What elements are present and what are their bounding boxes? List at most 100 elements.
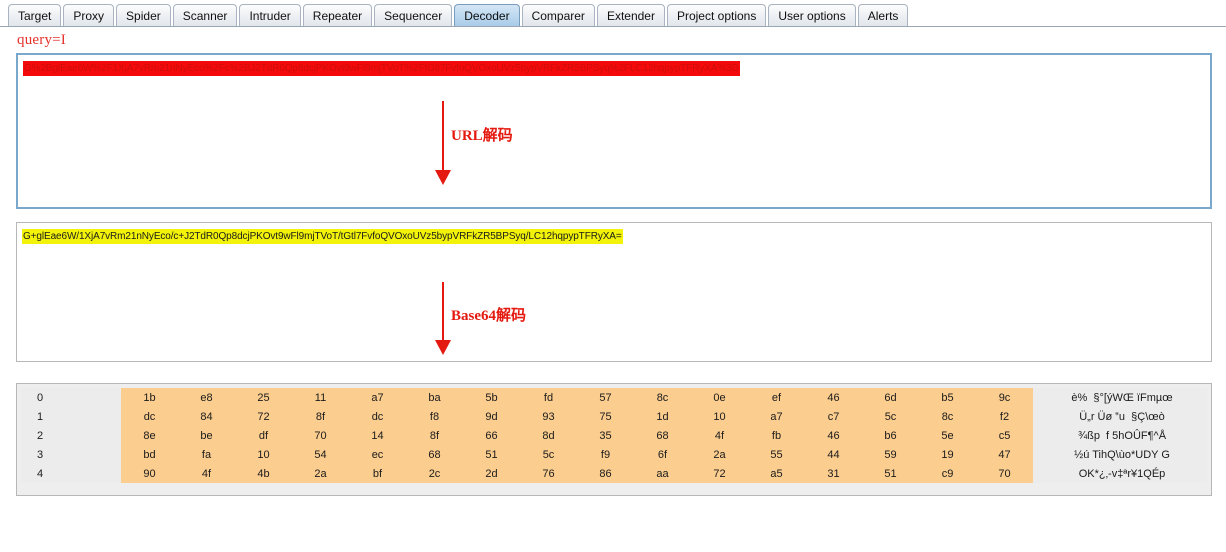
hex-byte-cell[interactable]: dc <box>349 407 406 426</box>
hex-byte-cell[interactable]: 8c <box>634 388 691 407</box>
hex-byte-cell[interactable]: 8e <box>121 426 178 445</box>
hex-byte-cell[interactable]: 93 <box>520 407 577 426</box>
hex-byte-cell[interactable]: 57 <box>577 388 634 407</box>
encoded-input-panel[interactable]: G%2BglEae6W%2F1XjA7vRm21nNyEco%2Fc%2BJ2T… <box>16 53 1212 209</box>
tab-comparer[interactable]: Comparer <box>521 4 595 26</box>
tab-intruder[interactable]: Intruder <box>239 4 301 26</box>
hex-byte-cell[interactable]: b6 <box>862 426 919 445</box>
hex-dump-row[interactable]: 0 1b e8 25 11 a7 ba 5b fd 57 8c 0e ef 46 6d b5 9c è% §°[ý… <box>21 388 1207 407</box>
tab-proxy[interactable]: Proxy <box>63 4 115 26</box>
tab-project-options[interactable]: Project options <box>666 4 767 26</box>
hex-byte-cell[interactable]: 9c <box>976 388 1033 407</box>
tab-target[interactable]: Target <box>8 4 62 26</box>
hex-byte-cell[interactable]: 1d <box>634 407 691 426</box>
hex-byte-cell[interactable]: 5b <box>463 388 520 407</box>
hex-byte-cell[interactable]: be <box>178 426 235 445</box>
tab-repeater[interactable]: Repeater <box>302 4 373 26</box>
hex-byte-cell[interactable]: 90 <box>121 464 178 483</box>
tab-user-options[interactable]: User options <box>768 4 856 26</box>
hex-byte-cell[interactable]: 70 <box>976 464 1033 483</box>
hex-byte-cell[interactable]: 54 <box>292 445 349 464</box>
hex-byte-cell[interactable]: f8 <box>406 407 463 426</box>
hex-byte-cell[interactable]: 31 <box>805 464 862 483</box>
hex-byte-cell[interactable]: f9 <box>577 445 634 464</box>
hex-byte-cell[interactable]: 9d <box>463 407 520 426</box>
hex-byte-cell[interactable]: fb <box>748 426 805 445</box>
hex-byte-cell[interactable]: 5e <box>919 426 976 445</box>
hex-byte-cell[interactable]: a7 <box>748 407 805 426</box>
tab-sequencer[interactable]: Sequencer <box>374 4 453 26</box>
hex-byte-cell[interactable]: c7 <box>805 407 862 426</box>
hex-byte-cell[interactable]: 68 <box>406 445 463 464</box>
hex-byte-cell[interactable]: dc <box>121 407 178 426</box>
hex-byte-cell[interactable]: 44 <box>805 445 862 464</box>
hex-byte-cell[interactable]: 8f <box>292 407 349 426</box>
hex-byte-cell[interactable]: 51 <box>862 464 919 483</box>
hex-byte-cell[interactable]: 25 <box>235 388 292 407</box>
hex-dump-panel[interactable]: 0 1b e8 25 11 a7 ba 5b fd 57 8c 0e ef 46 6d b5 9c è% §°[ý… <box>16 383 1212 496</box>
hex-byte-cell[interactable]: 14 <box>349 426 406 445</box>
hex-byte-cell[interactable]: ba <box>406 388 463 407</box>
base64-text-panel[interactable]: G+glEae6W/1XjA7vRm21nNyEco/c+J2TdR0Qp8dc… <box>16 222 1212 362</box>
hex-dump-row[interactable]: 4 90 4f 4b 2a bf 2c 2d 76 86 aa 72 a5 31 51 c9 70 OK*¿‚-v… <box>21 464 1207 483</box>
hex-byte-cell[interactable]: 46 <box>805 388 862 407</box>
hex-byte-cell[interactable]: aa <box>634 464 691 483</box>
hex-byte-cell[interactable]: 8f <box>406 426 463 445</box>
hex-byte-cell[interactable]: ec <box>349 445 406 464</box>
hex-dump-row[interactable]: 2 8e be df 70 14 8f 66 8d 35 68 4f fb 46 b6 5e c5 ¾ßp f 5… <box>21 426 1207 445</box>
hex-byte-cell[interactable]: 4f <box>178 464 235 483</box>
hex-byte-cell[interactable]: 76 <box>520 464 577 483</box>
hex-byte-cell[interactable]: c9 <box>919 464 976 483</box>
hex-byte-cell[interactable]: 70 <box>292 426 349 445</box>
hex-byte-cell[interactable]: fd <box>520 388 577 407</box>
hex-byte-cell[interactable]: 68 <box>634 426 691 445</box>
hex-byte-cell[interactable]: 35 <box>577 426 634 445</box>
hex-byte-cell[interactable]: 5c <box>862 407 919 426</box>
hex-byte-cell[interactable]: f2 <box>976 407 1033 426</box>
hex-byte-cell[interactable]: 10 <box>691 407 748 426</box>
tab-extender[interactable]: Extender <box>596 4 665 26</box>
hex-byte-cell[interactable]: 5c <box>520 445 577 464</box>
hex-byte-cell[interactable]: 59 <box>862 445 919 464</box>
hex-byte-cell[interactable]: 51 <box>463 445 520 464</box>
hex-byte-cell[interactable]: 19 <box>919 445 976 464</box>
base64-text[interactable]: G+glEae6W/1XjA7vRm21nNyEco/c+J2TdR0Qp8dc… <box>22 229 623 244</box>
hex-byte-cell[interactable]: 86 <box>577 464 634 483</box>
hex-byte-cell[interactable]: 2c <box>406 464 463 483</box>
hex-byte-cell[interactable]: 8d <box>520 426 577 445</box>
hex-byte-cell[interactable]: 66 <box>463 426 520 445</box>
hex-byte-cell[interactable]: bd <box>121 445 178 464</box>
hex-byte-cell[interactable]: 55 <box>748 445 805 464</box>
hex-byte-cell[interactable]: 6d <box>862 388 919 407</box>
hex-byte-cell[interactable]: 47 <box>976 445 1033 464</box>
tab-spider[interactable]: Spider <box>116 4 171 26</box>
hex-dump-table[interactable]: 0 1b e8 25 11 a7 ba 5b fd 57 8c 0e ef 46 6d b5 9c è% §°[ý… <box>21 388 1207 483</box>
hex-byte-cell[interactable]: 11 <box>292 388 349 407</box>
hex-byte-cell[interactable]: 10 <box>235 445 292 464</box>
hex-byte-cell[interactable]: 2d <box>463 464 520 483</box>
hex-byte-cell[interactable]: 84 <box>178 407 235 426</box>
tab-scanner[interactable]: Scanner <box>172 4 238 26</box>
url-encoded-text[interactable]: G%2BglEae6W%2F1XjA7vRm21nNyEco%2Fc%2BJ2T… <box>23 61 740 76</box>
hex-byte-cell[interactable]: 1b <box>121 388 178 407</box>
hex-byte-cell[interactable]: fa <box>178 445 235 464</box>
hex-dump-row[interactable]: 3 bd fa 10 54 ec 68 51 5c f9 6f 2a 55 44 59 19 47 ½ú TihQ… <box>21 445 1207 464</box>
hex-byte-cell[interactable]: a5 <box>748 464 805 483</box>
hex-byte-cell[interactable]: 72 <box>691 464 748 483</box>
hex-byte-cell[interactable]: 75 <box>577 407 634 426</box>
hex-dump-row[interactable]: 1 dc 84 72 8f dc f8 9d 93 75 1d 10 a7 c7 5c 8c f2 Ü„r Üø … <box>21 407 1207 426</box>
hex-byte-cell[interactable]: e8 <box>178 388 235 407</box>
hex-byte-cell[interactable]: 46 <box>805 426 862 445</box>
hex-byte-cell[interactable]: 2a <box>691 445 748 464</box>
hex-byte-cell[interactable]: 2a <box>292 464 349 483</box>
hex-byte-cell[interactable]: 6f <box>634 445 691 464</box>
hex-byte-cell[interactable]: 4b <box>235 464 292 483</box>
hex-byte-cell[interactable]: c5 <box>976 426 1033 445</box>
tab-alerts[interactable]: Alerts <box>857 4 909 26</box>
hex-byte-cell[interactable]: 0e <box>691 388 748 407</box>
hex-byte-cell[interactable]: 72 <box>235 407 292 426</box>
hex-byte-cell[interactable]: df <box>235 426 292 445</box>
hex-byte-cell[interactable]: 8c <box>919 407 976 426</box>
hex-byte-cell[interactable]: bf <box>349 464 406 483</box>
tab-decoder[interactable]: Decoder <box>454 4 520 26</box>
